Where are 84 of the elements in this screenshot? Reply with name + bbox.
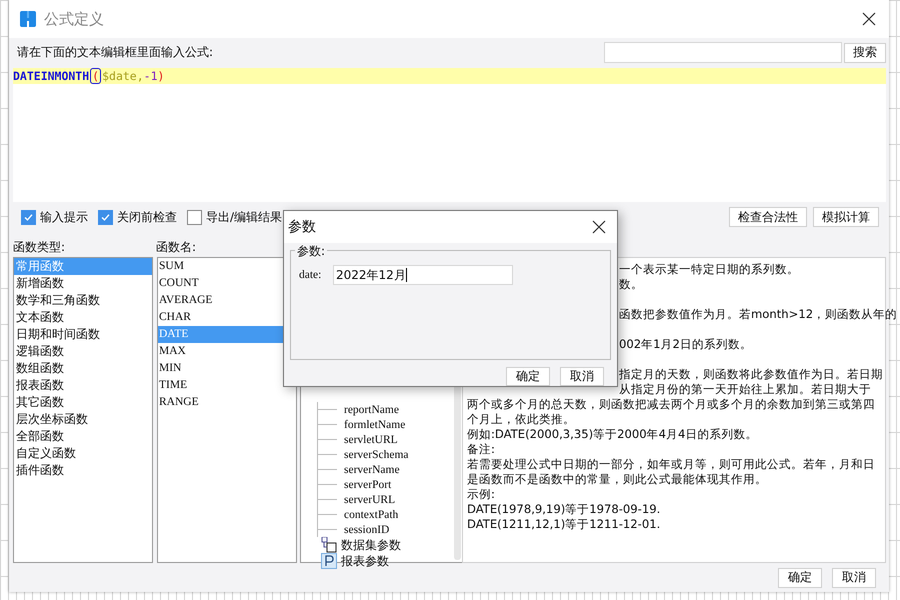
tree-line (317, 432, 338, 447)
description-line: 指定月的天数，则函数将此参数值作为日。若日期 (619, 367, 883, 382)
list-item[interactable]: 层次坐标函数 (14, 411, 152, 428)
list-item[interactable]: 文本函数 (14, 309, 152, 326)
list-item[interactable]: 插件函数 (14, 462, 152, 479)
tree-item[interactable]: serverURL (344, 494, 396, 506)
tree-line (317, 402, 338, 417)
description-line: 是函数而不是函数中的常量，则此公式最能体现其作用。 (467, 472, 767, 487)
app-logo-icon (20, 11, 36, 27)
dialog-title: 参数 (288, 218, 316, 236)
formula-label: 请在下面的文本编辑框里面输入公式: (17, 44, 214, 61)
dataset-icon (321, 537, 337, 553)
description-line: DATE(1978,9,19)等于1978-09-19. (467, 502, 660, 517)
description-line: 若需要处理公式中日期的一部分，如年或月等，则可用此公式。若年，月和日 (467, 457, 875, 472)
description-line: 个月上，依此类推。 (467, 412, 575, 427)
list-item[interactable]: 全部函数 (14, 428, 152, 445)
description-line: 数。 (619, 277, 643, 292)
list-item[interactable]: 日期和时间函数 (14, 326, 152, 343)
list-item[interactable]: 数组函数 (14, 360, 152, 377)
tree-item[interactable]: 数据集参数 (341, 536, 401, 554)
tree-item[interactable]: sessionID (344, 524, 390, 536)
search-field[interactable] (604, 42, 842, 63)
action-button[interactable]: 模拟计算 (813, 207, 879, 227)
date-field[interactable]: 2022年12月 (333, 265, 513, 285)
formula-token: ) (158, 69, 164, 83)
formula-token: -1 (144, 69, 158, 83)
tree-item[interactable]: serverSchema (344, 448, 408, 460)
tree-item[interactable]: formletName (344, 418, 406, 430)
cancel-button[interactable]: 取消 (832, 568, 876, 588)
description-line: 002年1月2日的系列数。 (619, 337, 752, 352)
parameter-icon (321, 553, 337, 569)
field-label: date: (299, 269, 322, 281)
list-label: 函数名: (156, 239, 196, 253)
window-title: 公式定义 (44, 10, 104, 28)
tree-line (317, 447, 338, 462)
tree-line (317, 492, 338, 507)
ok-button[interactable]: 确定 (506, 367, 550, 386)
description-line: 一个表示某一特定日期的系列数。 (619, 262, 799, 277)
tree-line (317, 522, 338, 537)
list-item[interactable]: 数学和三角函数 (14, 292, 152, 309)
close-icon (862, 12, 876, 26)
ok-button[interactable]: 确定 (778, 568, 822, 588)
group-label: 参数: (295, 243, 328, 260)
list-item[interactable]: 新增函数 (14, 275, 152, 292)
cancel-button[interactable]: 取消 (560, 367, 604, 386)
list-label: 函数类型: (13, 239, 66, 253)
tree-line (317, 462, 338, 477)
tree-line (317, 477, 338, 492)
action-button[interactable]: 检查合法性 (729, 207, 807, 227)
checkbox[interactable] (187, 210, 202, 224)
checkbox-label[interactable]: 关闭前检查 (117, 208, 177, 226)
tree-item[interactable]: 报表参数 (341, 552, 389, 570)
tree-line (317, 507, 338, 522)
description-line: 示例: (467, 487, 495, 502)
check-icon (23, 212, 34, 222)
checkbox[interactable] (21, 210, 36, 224)
description-line: 函数把参数值作为月。若month>12，则函数从年的 (619, 307, 898, 322)
description-line: 两个或多个月的总天数，则函数把减去两个月或多个月的余数加到第三或第四 (467, 397, 875, 412)
list-item[interactable]: 其它函数 (14, 394, 152, 411)
tree-item[interactable]: reportName (344, 404, 399, 416)
search-button[interactable]: 搜索 (844, 42, 886, 62)
formula-token: DATEINMONTH (13, 69, 90, 83)
text-caret (406, 268, 407, 282)
tree-item[interactable]: serverName (344, 464, 400, 476)
checkbox[interactable] (98, 210, 113, 224)
description-line: DATE(1211,12,1)等于1211-12-01. (467, 517, 660, 532)
list-item[interactable]: 报表函数 (14, 377, 152, 394)
tree-line (317, 417, 338, 432)
check-icon (100, 212, 111, 222)
tree-item[interactable]: contextPath (344, 508, 398, 520)
formula-token: $date, (102, 69, 144, 83)
list-item[interactable]: 逻辑函数 (14, 343, 152, 360)
tree-item[interactable]: servletURL (344, 434, 398, 446)
formula-editor[interactable]: DATEINMONTH ( $date,-1) (13, 68, 886, 202)
description-line: 例如:DATE(2000,3,35)等于2000年4月4日的系列数。 (467, 427, 758, 442)
description-line: 从指定月份的第一天开始往上累加。若日期大于 (619, 382, 871, 397)
tree-item[interactable]: serverPort (344, 478, 392, 490)
checkbox-label[interactable]: 导出/编辑结果 (206, 208, 282, 226)
list-item[interactable]: RANGE (158, 394, 296, 411)
description-line: 备注: (467, 442, 495, 457)
list-item[interactable]: 自定义函数 (14, 445, 152, 462)
formula-token: ( (90, 68, 102, 84)
checkbox-label[interactable]: 输入提示 (40, 208, 88, 226)
close-icon (592, 220, 606, 234)
